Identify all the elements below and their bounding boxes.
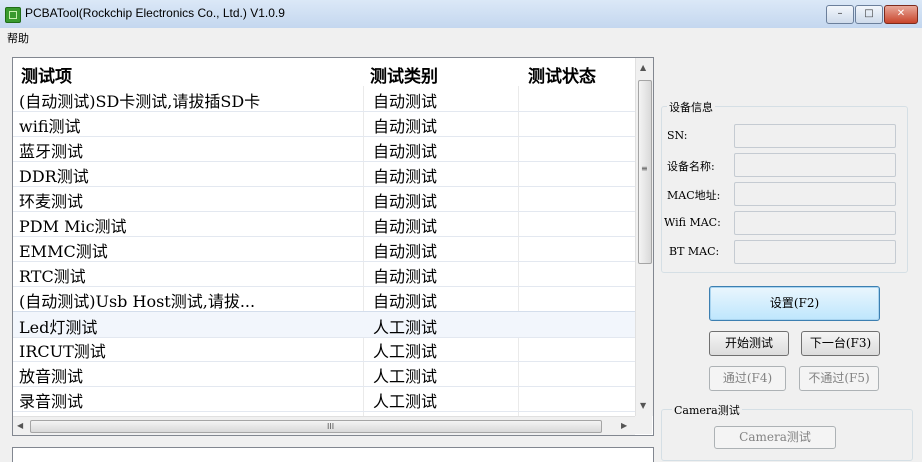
table-row[interactable]: 放音测试 人工测试: [13, 361, 635, 387]
bt-mac-field[interactable]: [734, 240, 896, 264]
scroll-corner: [635, 416, 652, 434]
cell-category: 人工测试: [373, 367, 438, 386]
cell-category: 自动测试: [373, 267, 438, 286]
camera-test-button[interactable]: Camera测试: [714, 426, 836, 449]
fail-button[interactable]: 不通过(F5): [799, 366, 879, 391]
table-row[interactable]: (自动测试)Usb Host测试,请拔... 自动测试: [13, 286, 635, 312]
table-row[interactable]: 蓝牙测试 自动测试: [13, 136, 635, 162]
table-row[interactable]: RTC测试 自动测试: [13, 261, 635, 287]
table-row[interactable]: 环麦测试 自动测试: [13, 186, 635, 212]
cell-item: Led灯测试: [19, 318, 98, 337]
horizontal-scrollbar[interactable]: ◀ III ▶: [13, 416, 635, 435]
device-name-field[interactable]: [734, 153, 896, 177]
pass-button[interactable]: 通过(F4): [709, 366, 786, 391]
cell-item: (自动测试)SD卡测试,请拔插SD卡: [19, 92, 261, 111]
sn-field[interactable]: [734, 124, 896, 148]
cell-item: 蓝牙测试: [19, 142, 84, 161]
test-list[interactable]: 测试项 测试类别 测试状态 (自动测试)SD卡测试,请拔插SD卡 自动测试 wi…: [12, 57, 654, 436]
cell-item: PDM Mic测试: [19, 217, 127, 236]
cell-item: IRCUT测试: [19, 342, 106, 361]
settings-button[interactable]: 设置(F2): [709, 286, 880, 321]
mac-address-label: MAC地址:: [667, 189, 721, 202]
table-row[interactable]: PDM Mic测试 自动测试: [13, 211, 635, 237]
cell-item: (自动测试)Usb Host测试,请拔...: [19, 292, 256, 311]
close-button[interactable]: ✕: [884, 5, 918, 24]
header-test-category[interactable]: 测试类别: [370, 62, 438, 87]
menu-help[interactable]: 帮助: [7, 30, 29, 46]
scroll-grip-icon: ≡: [641, 164, 648, 173]
mac-address-field[interactable]: [734, 182, 896, 206]
table-row[interactable]: wifi测试 自动测试: [13, 111, 635, 137]
table-row[interactable]: 录音测试 人工测试: [13, 386, 635, 412]
cell-item: wifi测试: [19, 117, 81, 136]
cell-category: 人工测试: [373, 318, 438, 337]
vertical-scrollbar[interactable]: ▲ ≡ ▼: [635, 58, 653, 416]
window-title: PCBATool(Rockchip Electronics Co., Ltd.)…: [25, 6, 285, 20]
cell-category: 自动测试: [373, 192, 438, 211]
cell-item: 放音测试: [19, 367, 84, 386]
horizontal-scroll-thumb[interactable]: III: [30, 420, 602, 433]
table-row[interactable]: EMMC测试 自动测试: [13, 236, 635, 262]
scroll-left-icon[interactable]: ◀: [17, 421, 23, 430]
cell-item: RTC测试: [19, 267, 86, 286]
cell-item: 录音测试: [19, 392, 84, 411]
device-info-title: 设备信息: [667, 99, 715, 115]
menu-bar: 帮助: [0, 28, 922, 46]
wifi-mac-label: Wifi MAC:: [664, 216, 721, 229]
grid-header: 测试项 测试类别 测试状态: [13, 58, 635, 87]
device-name-label: 设备名称:: [667, 160, 715, 173]
table-row[interactable]: DDR测试 自动测试: [13, 161, 635, 187]
cell-category: 自动测试: [373, 92, 438, 111]
scroll-down-icon[interactable]: ▼: [640, 401, 646, 410]
title-bar: PCBATool(Rockchip Electronics Co., Ltd.)…: [0, 0, 922, 29]
wifi-mac-field[interactable]: [734, 211, 896, 235]
cell-category: 人工测试: [373, 342, 438, 361]
table-row[interactable]: IRCUT测试 人工测试: [13, 336, 635, 362]
start-test-button[interactable]: 开始测试: [709, 331, 789, 356]
next-device-button[interactable]: 下一台(F3): [801, 331, 880, 356]
header-test-status[interactable]: 测试状态: [528, 62, 596, 87]
cell-category: 人工测试: [373, 392, 438, 411]
vertical-scroll-thumb[interactable]: ≡: [638, 80, 652, 264]
table-row-selected[interactable]: Led灯测试 人工测试: [13, 311, 635, 338]
header-test-item[interactable]: 测试项: [21, 62, 72, 87]
cell-category: 自动测试: [373, 142, 438, 161]
cell-category: 自动测试: [373, 117, 438, 136]
cell-item: EMMC测试: [19, 242, 108, 261]
scroll-right-icon[interactable]: ▶: [621, 421, 627, 430]
sn-label: SN:: [667, 129, 688, 142]
scroll-up-icon[interactable]: ▲: [640, 63, 646, 72]
table-row[interactable]: (自动测试)SD卡测试,请拔插SD卡 自动测试: [13, 86, 635, 112]
log-output[interactable]: [12, 447, 654, 462]
cell-category: 自动测试: [373, 217, 438, 236]
cell-item: DDR测试: [19, 167, 89, 186]
app-icon: [5, 7, 21, 23]
maximize-button[interactable]: □: [855, 5, 883, 24]
cell-category: 自动测试: [373, 167, 438, 186]
camera-test-title: Camera测试: [672, 402, 742, 418]
minimize-button[interactable]: –: [826, 5, 854, 24]
cell-category: 自动测试: [373, 292, 438, 311]
scroll-grip-icon: III: [327, 422, 335, 431]
cell-item: 环麦测试: [19, 192, 84, 211]
cell-category: 自动测试: [373, 242, 438, 261]
bt-mac-label: BT MAC:: [669, 245, 720, 258]
